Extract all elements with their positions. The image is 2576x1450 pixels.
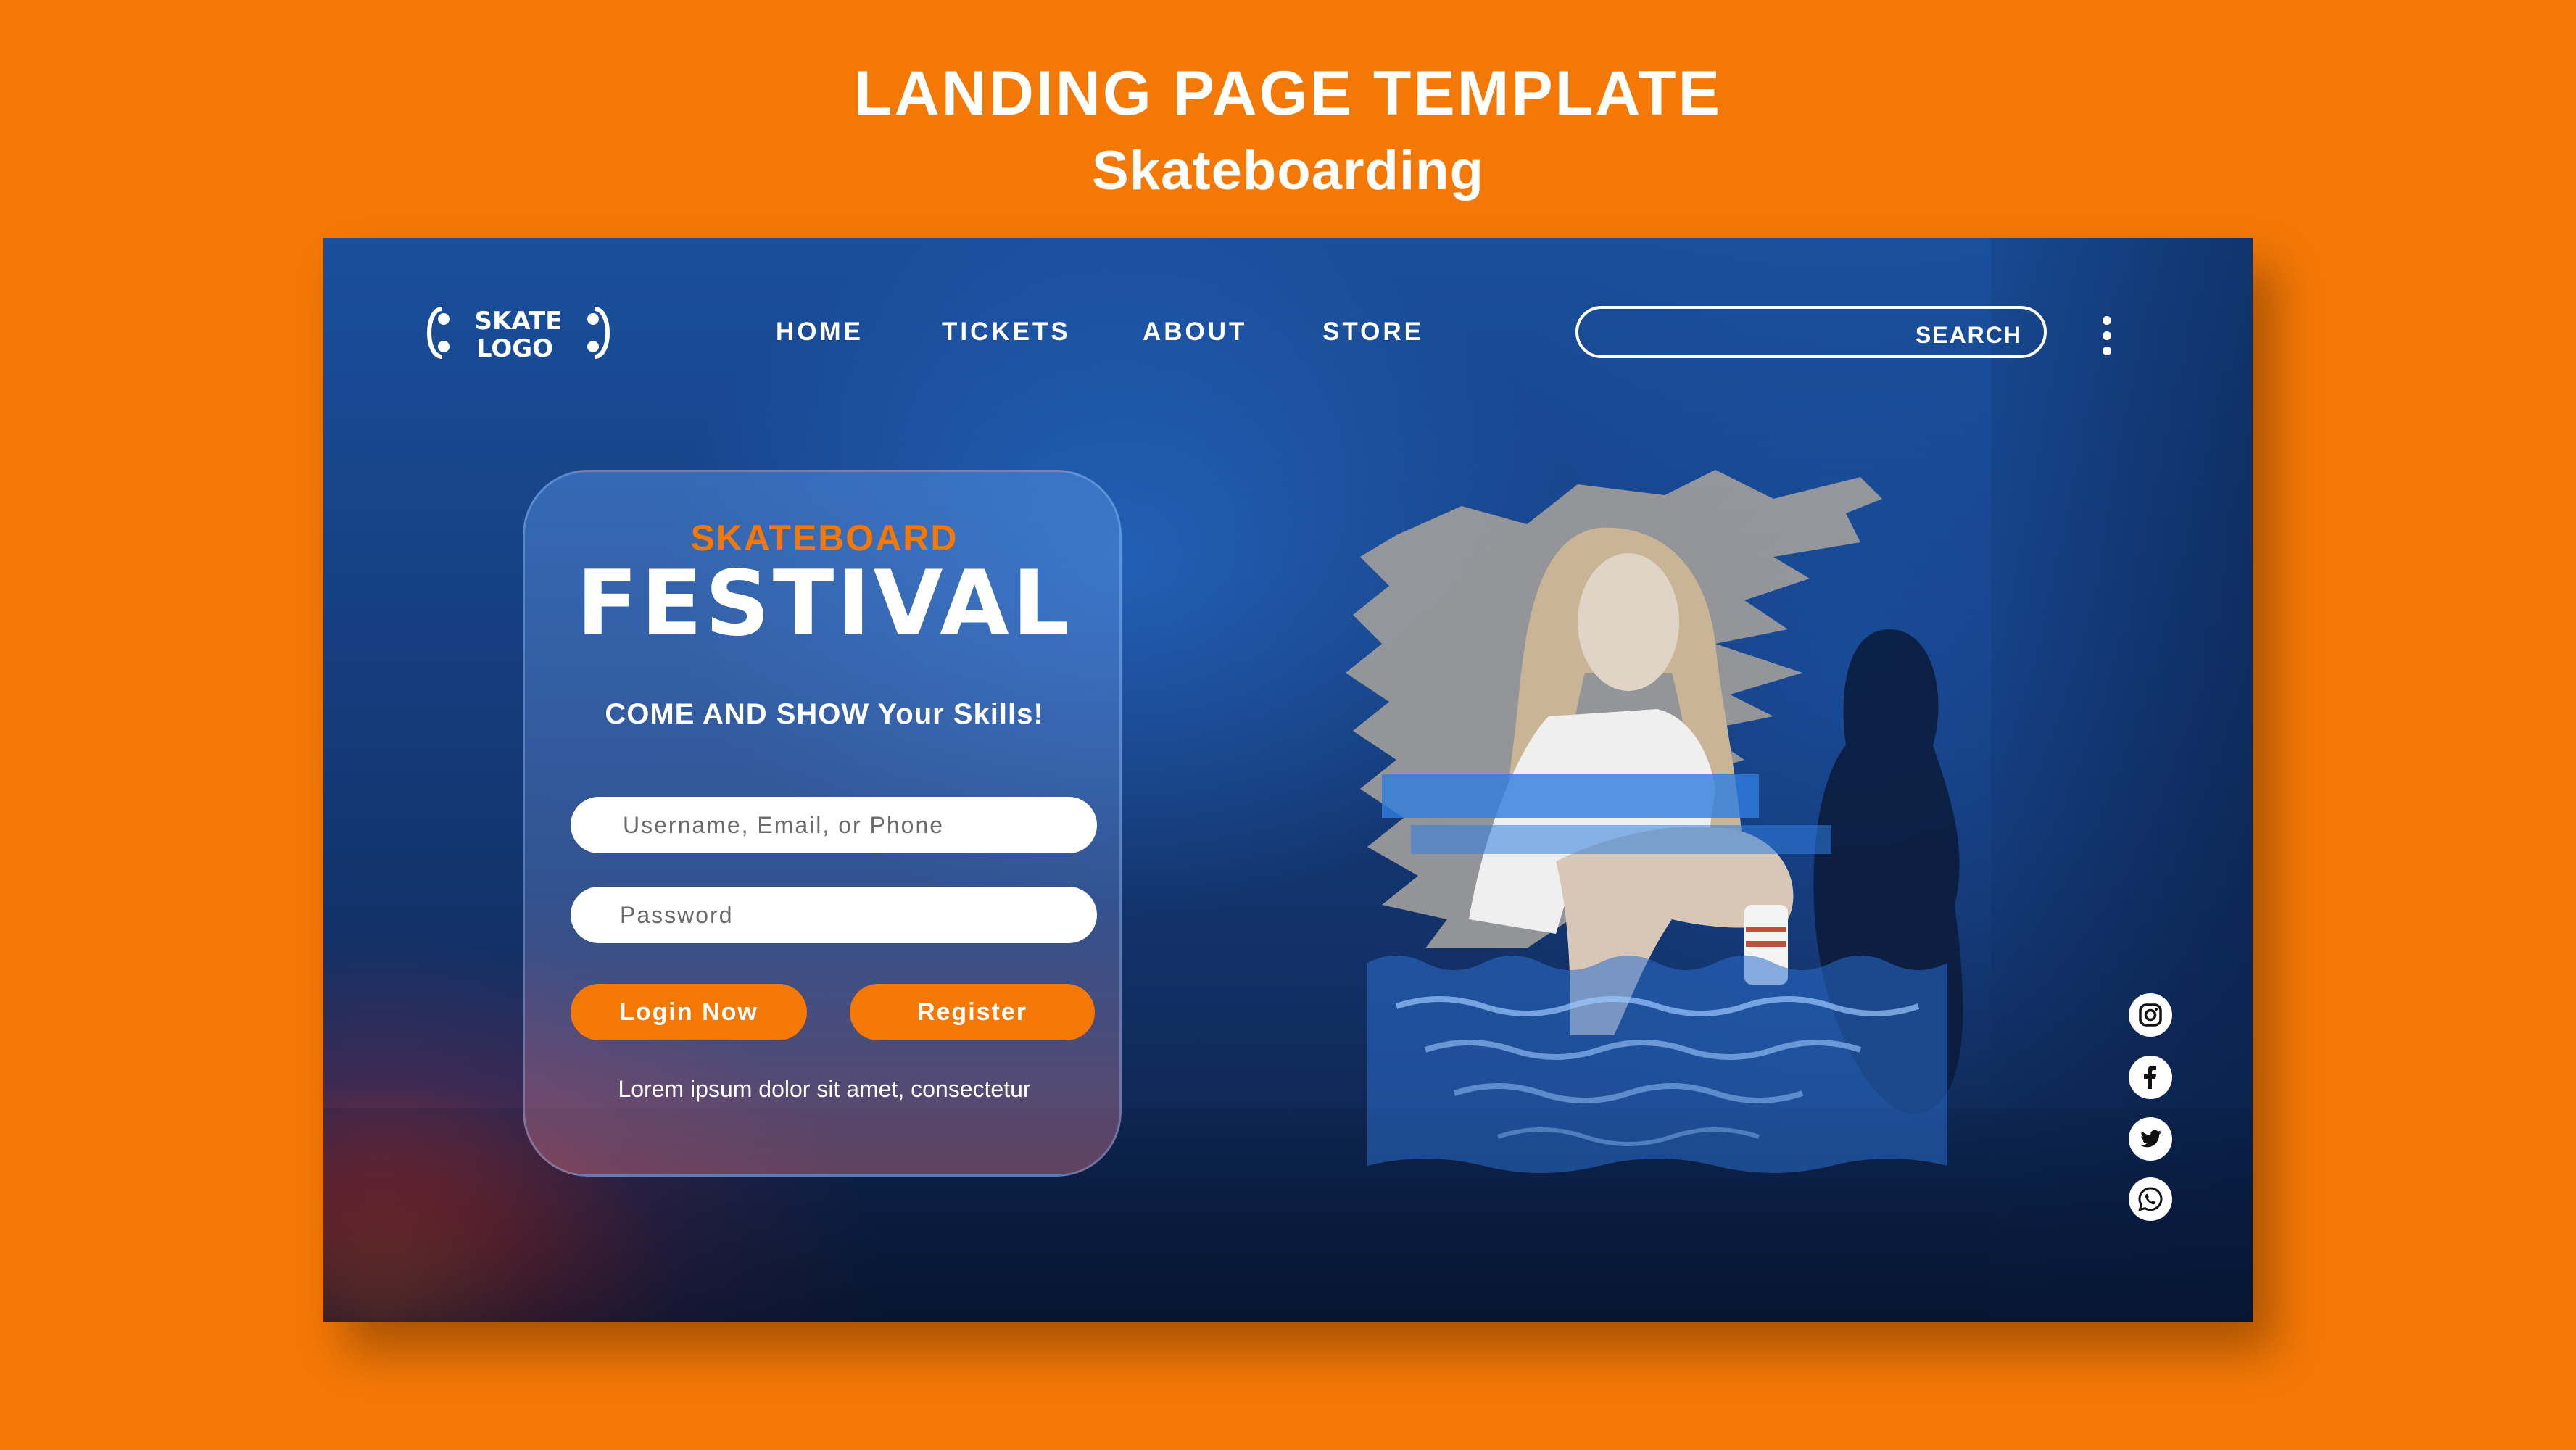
sock-stripe (1746, 941, 1786, 947)
logo-text-line1: SKATE (475, 307, 563, 336)
register-button[interactable]: Register (850, 984, 1095, 1040)
login-button[interactable]: Login Now (571, 984, 807, 1040)
nav-tickets[interactable]: TICKETS (942, 318, 1071, 347)
page-title: LANDING PAGE TEMPLATE (854, 59, 1722, 128)
search-input[interactable]: SEARCH (1575, 306, 2047, 358)
card-footer-text: Lorem ipsum dolor sit amet, consectetur (618, 1076, 1031, 1102)
menu-dot (2103, 331, 2111, 340)
nav-about[interactable]: ABOUT (1143, 318, 1247, 347)
login-card: SKATEBOARD FESTIVAL COME AND SHOW Your S… (523, 470, 1122, 1177)
page-subtitle: Skateboarding (1092, 140, 1484, 202)
landing-page-mockup: SKATE LOGO HOME TICKETS ABOUT STORE SEAR… (323, 238, 2253, 1322)
sock-stripe (1746, 927, 1786, 932)
twitter-icon[interactable] (2129, 1117, 2172, 1161)
nav-home[interactable]: HOME (776, 318, 864, 347)
menu-dot (2103, 316, 2111, 325)
card-tagline: COME AND SHOW Your Skills! (605, 698, 1044, 730)
glitch-band (1411, 825, 1831, 854)
glitch-band (1382, 774, 1759, 818)
username-field[interactable] (571, 797, 1097, 853)
nav-store[interactable]: STORE (1322, 318, 1424, 347)
card-headline: FESTIVAL (576, 552, 1072, 656)
search-button[interactable]: SEARCH (1916, 322, 2022, 349)
skater-photo (1346, 470, 1963, 1173)
facebook-icon[interactable] (2129, 1056, 2172, 1099)
instagram-icon[interactable] (2129, 993, 2172, 1037)
menu-dot (2103, 347, 2111, 355)
logo-text-line2: LOGO (476, 334, 553, 363)
password-field[interactable] (571, 887, 1097, 943)
more-menu-icon[interactable] (2101, 316, 2113, 360)
person-face (1578, 553, 1679, 691)
whatsapp-icon[interactable] (2129, 1177, 2172, 1221)
skate-logo[interactable]: SKATE LOGO (421, 300, 616, 365)
